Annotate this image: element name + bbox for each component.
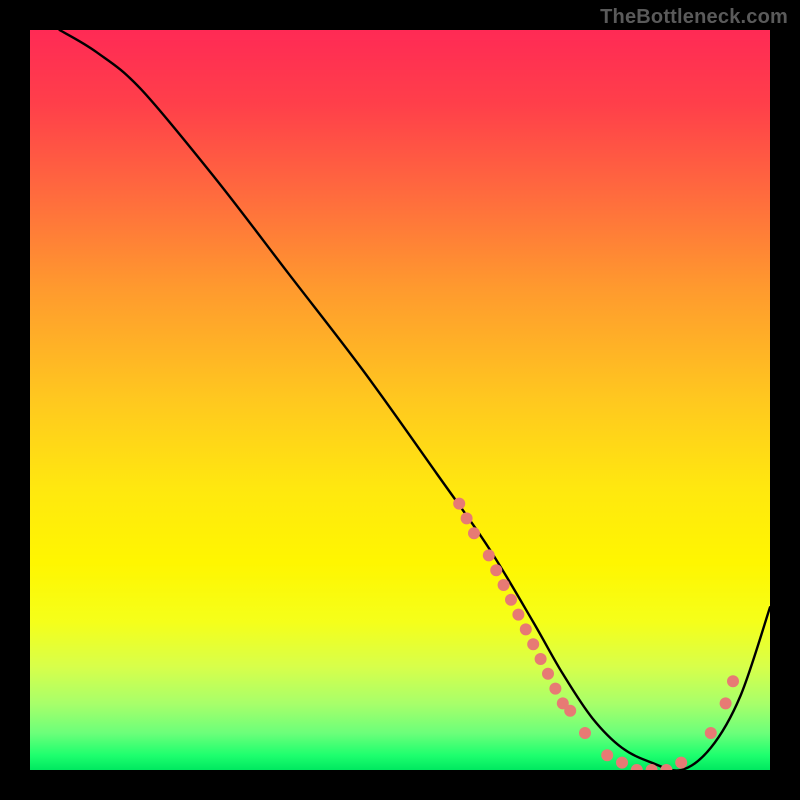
highlighted-point <box>675 757 687 769</box>
highlighted-point <box>527 638 539 650</box>
bottleneck-curve-path <box>60 30 770 770</box>
highlighted-point <box>505 594 517 606</box>
highlighted-point <box>564 705 576 717</box>
highlighted-point <box>727 675 739 687</box>
highlighted-point <box>616 757 628 769</box>
highlighted-point <box>490 564 502 576</box>
highlighted-point <box>520 623 532 635</box>
highlighted-point <box>660 764 672 770</box>
highlighted-point <box>468 527 480 539</box>
highlighted-point <box>631 764 643 770</box>
highlighted-point <box>705 727 717 739</box>
highlighted-point <box>535 653 547 665</box>
watermark-text: TheBottleneck.com <box>600 6 788 29</box>
highlighted-point <box>579 727 591 739</box>
highlighted-point <box>498 579 510 591</box>
highlighted-point <box>453 498 465 510</box>
bottleneck-curve-svg <box>30 30 770 770</box>
highlighted-point <box>542 668 554 680</box>
highlighted-point <box>720 697 732 709</box>
chart-plot-area <box>30 30 770 770</box>
highlighted-point <box>549 683 561 695</box>
highlighted-point <box>512 609 524 621</box>
highlighted-point <box>461 512 473 524</box>
highlighted-point <box>483 549 495 561</box>
highlighted-points-group <box>453 498 739 770</box>
highlighted-point <box>601 749 613 761</box>
